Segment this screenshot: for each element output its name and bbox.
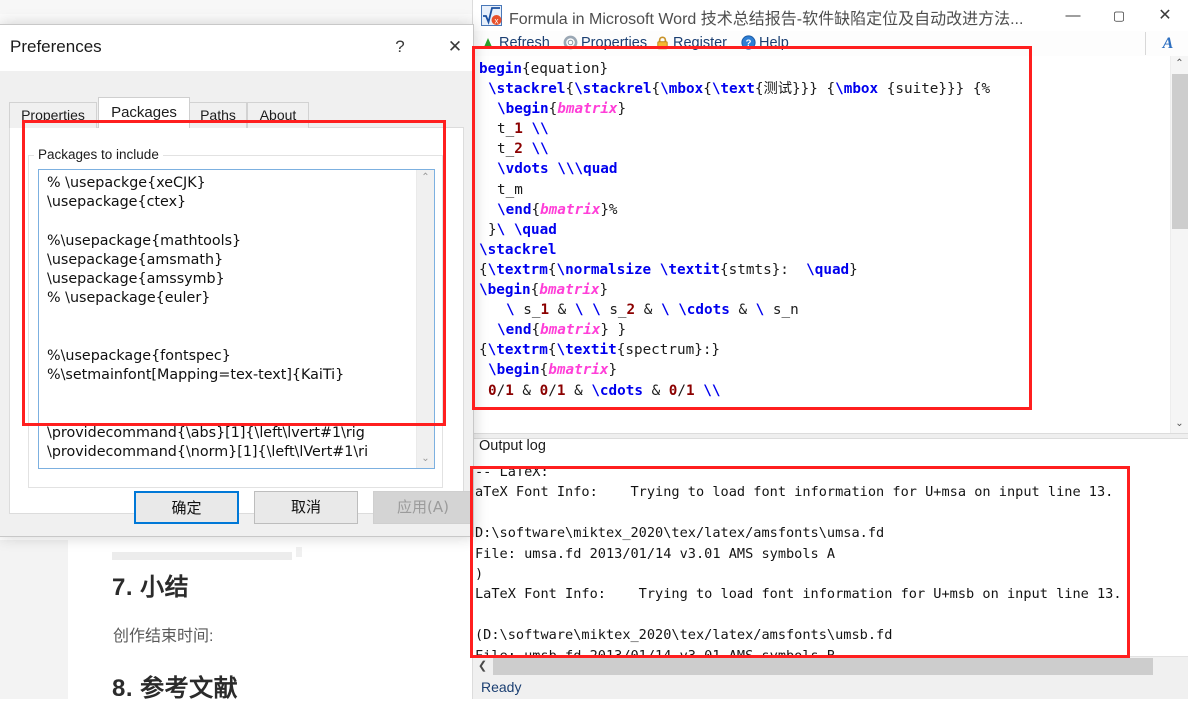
lock-icon[interactable] <box>655 35 670 50</box>
latex-code-line: t_m <box>497 181 523 198</box>
font-button[interactable]: A <box>1157 33 1179 54</box>
latex-code-line: begin{equation} <box>479 61 609 77</box>
maximize-button[interactable]: ▢ <box>1096 0 1142 31</box>
preferences-title: Preferences <box>10 37 102 56</box>
question-icon[interactable]: ? <box>741 35 756 50</box>
latex-code-line: \vdots \\\quad <box>497 161 618 178</box>
packages-text-content: % \usepackge{xeCJK} \usepackage{ctex} %\… <box>47 175 369 460</box>
word-ribbon-strip <box>0 0 472 15</box>
output-log-panel[interactable]: -- LaTeX: aTeX Font Info: Trying to load… <box>473 460 1188 656</box>
latex-code-text: begin{equation} \stackrel{\stackrel{\mbox… <box>479 59 990 401</box>
latex-code-line: {\textrm{\textit{spectrum}:} <box>479 342 721 359</box>
help-button[interactable]: ? <box>386 33 414 61</box>
word-partial-text-line <box>112 552 292 560</box>
latex-code-editor[interactable]: begin{equation} \stackrel{\stackrel{\mbox… <box>473 56 1188 433</box>
svg-text:x: x <box>495 16 499 25</box>
close-button[interactable]: ✕ <box>1142 0 1188 31</box>
latex-code-line: 0/1 & 0/1 & \cdots & 0/1 \\ <box>488 382 721 399</box>
output-log-hscroll-thumb[interactable] <box>493 658 1153 675</box>
close-icon[interactable]: ✕ <box>440 33 470 61</box>
toolbar-help-label[interactable]: Help <box>759 33 789 54</box>
doc-paragraph-7: 创作结束时间: <box>113 628 214 645</box>
tab-about[interactable]: About <box>247 102 309 128</box>
apply-button[interactable]: 应用(A) <box>373 491 473 524</box>
latex-code-line: \end{bmatrix} } <box>497 322 627 339</box>
preferences-dialog: Preferences ? ✕ Properties Packages Path… <box>0 24 474 537</box>
formula-window-titlebar[interactable]: x Formula in Microsoft Word 技术总结报告-软件缺陷定… <box>473 0 1188 31</box>
scroll-left-arrow-icon[interactable]: ❮ <box>473 657 492 676</box>
editor-log-splitter[interactable] <box>473 433 1188 439</box>
latex-code-line: \begin{bmatrix} <box>488 362 618 379</box>
tab-properties[interactable]: Properties <box>9 102 97 128</box>
output-log-text: -- LaTeX: aTeX Font Info: Trying to load… <box>475 464 1122 656</box>
word-page-margin <box>0 540 68 699</box>
output-log-label: Output log <box>479 438 546 454</box>
refresh-icon[interactable] <box>481 35 496 50</box>
ok-button[interactable]: 确定 <box>134 491 239 524</box>
latex-code-line: \begin{bmatrix} <box>479 282 609 299</box>
packages-scroll-up-arrow[interactable]: ⌃ <box>417 170 434 187</box>
formula-window-title: Formula in Microsoft Word 技术总结报告-软件缺陷定位及… <box>509 11 1024 28</box>
latex-code-line: \end{bmatrix}% <box>497 201 618 218</box>
formula-toolbar: Refresh Properties Register ? Help A <box>473 31 1188 57</box>
latex-code-line: }\ \quad <box>488 221 557 238</box>
cancel-button[interactable]: 取消 <box>254 491 358 524</box>
status-bar: Ready <box>473 676 1188 699</box>
toolbar-refresh-label[interactable]: Refresh <box>499 33 550 54</box>
editor-scroll-up-arrow[interactable]: ⌃ <box>1171 56 1188 73</box>
preferences-body: Properties Packages Paths About Packages… <box>0 71 473 536</box>
toolbar-properties-label[interactable]: Properties <box>581 33 647 54</box>
toolbar-divider <box>1145 32 1146 55</box>
formula-in-word-window: x Formula in Microsoft Word 技术总结报告-软件缺陷定… <box>472 0 1188 699</box>
preferences-tabstrip: Properties Packages Paths About <box>9 97 464 128</box>
doc-heading-7: 7. 小结 <box>112 574 190 601</box>
latex-code-line: {\textrm{\normalsize \textit{stmts}: \qu… <box>479 261 858 278</box>
editor-scrollbar-thumb[interactable] <box>1172 74 1188 229</box>
formula-app-icon: x <box>481 5 502 26</box>
tab-paths[interactable]: Paths <box>189 102 247 128</box>
gear-icon[interactable] <box>563 35 578 50</box>
packages-vertical-scrollbar[interactable]: ⌃ ⌄ <box>416 170 434 468</box>
preferences-titlebar[interactable]: Preferences ? ✕ <box>0 25 473 71</box>
latex-code-line: \stackrel{\stackrel{\mbox{\text{测试}}} {\… <box>488 81 991 98</box>
packages-scroll-down-arrow[interactable]: ⌄ <box>417 451 434 468</box>
minimize-button[interactable]: — <box>1050 0 1096 31</box>
output-log-horizontal-scrollbar[interactable]: ❮ <box>473 656 1188 677</box>
tab-packages[interactable]: Packages <box>98 97 190 128</box>
latex-code-line: \begin{bmatrix} <box>497 101 627 118</box>
editor-vertical-scrollbar[interactable]: ⌃ ⌄ <box>1170 56 1188 433</box>
word-partial-text-line-2 <box>296 547 302 557</box>
status-text: Ready <box>481 679 522 695</box>
doc-heading-8: 8. 参考文献 <box>112 675 239 702</box>
latex-code-line: t_1 \\ <box>497 121 549 138</box>
latex-code-line: \stackrel <box>479 241 557 258</box>
editor-scroll-down-arrow[interactable]: ⌄ <box>1171 416 1188 433</box>
toolbar-register-label[interactable]: Register <box>673 33 727 54</box>
svg-text:?: ? <box>746 38 752 49</box>
packages-groupbox-legend: Packages to include <box>34 147 163 162</box>
latex-code-line: \ s_1 & \ \ s_2 & \ \cdots & \ s_n <box>506 302 799 319</box>
packages-text-area[interactable]: % \usepackge{xeCJK} \usepackage{ctex} %\… <box>38 169 435 469</box>
latex-code-line: t_2 \\ <box>497 141 549 158</box>
